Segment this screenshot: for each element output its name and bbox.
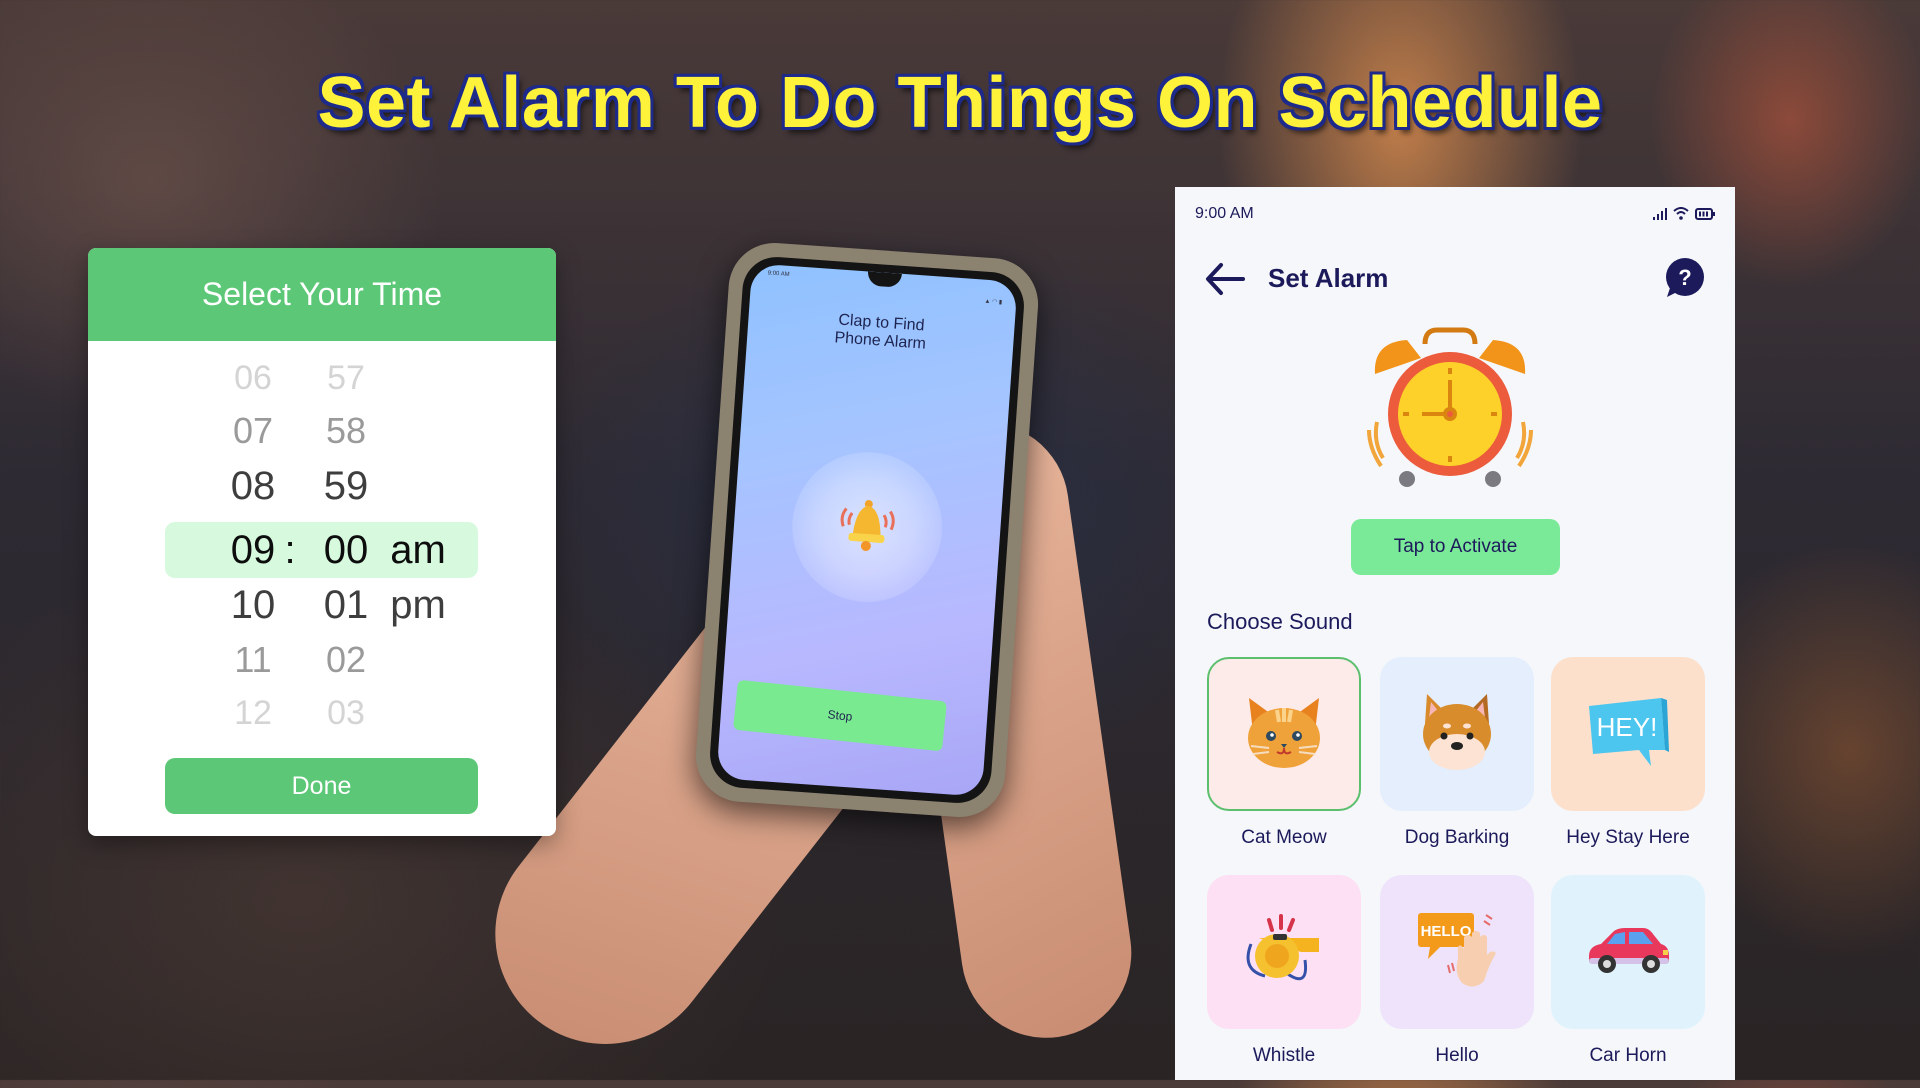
sound-option-whistle[interactable]: Whistle [1207,875,1361,1067]
phone-title: Clap to Find Phone Alarm [833,311,927,353]
wheel-row[interactable]: 07 58 [88,404,556,458]
sound-tile[interactable] [1380,657,1534,811]
hour-value: 08 [230,463,276,508]
whistle-icon [1239,910,1329,995]
sound-label: Hello [1435,1045,1479,1066]
time-picker-header: Select Your Time [88,248,556,341]
period-value: am [390,527,446,572]
page-title: Set Alarm [1268,263,1389,293]
sound-option-car-horn[interactable]: Car Horn [1551,875,1705,1067]
sound-option-cat-meow[interactable]: Cat Meow [1207,657,1361,849]
status-bar: 9:00 AM [1195,205,1715,225]
hour-value: 12 [234,693,272,732]
signal-icon [1653,207,1667,220]
cat-icon [1241,692,1327,777]
hour-value: 10 [230,582,276,627]
minute-value: 58 [325,410,367,451]
car-icon [1583,922,1673,983]
svg-text:HEY!: HEY! [1597,712,1658,742]
sound-tile[interactable] [1207,657,1361,811]
wheel-row[interactable]: 11 02 [88,633,556,687]
sound-label: Cat Meow [1241,827,1327,848]
phone-notch [867,271,902,288]
hey-speech-bubble-icon: HEY! [1583,692,1673,777]
arrow-left-icon[interactable] [1203,259,1247,299]
battery-icon [1695,207,1715,220]
handheld-phone: 9:00 AM ▲ ◠ ▮ Clap to Find Phone Alarm S… [692,239,1042,821]
sound-tile[interactable] [1551,875,1705,1029]
wheel-row-selected[interactable]: 09:00 am [88,523,556,577]
sound-option-hello[interactable]: HELLO Hello [1380,875,1534,1067]
time-picker-title: Select Your Time [201,276,443,312]
minute-value: 59 [323,463,369,508]
headline: Set Alarm To Do Things On Schedule [317,63,1603,143]
alarm-clock-icon [1367,327,1533,487]
done-button[interactable]: Done [165,758,478,814]
wheel-row[interactable]: 12 03 [88,686,556,740]
time-wheel[interactable]: 06 57 07 58 08 59 09:00 am 10 01 pm 11 02 12 03 [88,341,556,741]
dog-icon [1417,690,1497,779]
time-picker-dialog: Select Your Time 06 57 07 58 08 59 09:00 am 10 01… [88,248,556,836]
wheel-row[interactable]: 08 59 [88,459,556,513]
sound-label: Hey Stay Here [1566,827,1690,848]
wifi-icon [1673,207,1689,220]
hour-value: 11 [234,639,272,680]
wheel-row[interactable]: 10 01 pm [88,578,556,632]
sound-option-hey-stay-here[interactable]: HEY! Hey Stay Here [1551,657,1705,849]
hello-wave-icon: HELLO [1412,907,1502,998]
stop-button[interactable]: Stop [732,679,948,752]
choose-sound-title: Choose Sound [1207,609,1353,634]
minute-value: 02 [325,639,367,680]
minute-value: 57 [327,358,365,397]
tap-to-activate-button[interactable]: Tap to Activate [1351,519,1560,575]
sound-tile[interactable]: HELLO [1380,875,1534,1029]
sound-tile[interactable] [1207,875,1361,1029]
sound-label: Dog Barking [1404,827,1510,848]
hour-value: 07 [232,410,274,451]
wheel-row[interactable]: 06 57 [88,351,556,405]
minute-value: 03 [327,693,365,732]
set-alarm-screen: 9:00 AM Set Alarm ? Tap to Activate Choo… [1175,187,1735,1080]
sound-label: Whistle [1252,1045,1316,1066]
phone-status-time: 9:00 AM [767,270,790,278]
period-value: pm [390,582,446,627]
time-separator: : [284,527,296,572]
sound-tile[interactable]: HEY! [1551,657,1705,811]
app-header: Set Alarm ? [1175,255,1735,301]
ringing-bell-icon [840,500,895,551]
svg-text:?: ? [1678,265,1691,290]
help-bubble-icon[interactable]: ? [1663,257,1705,299]
phone-screen: 9:00 AM ▲ ◠ ▮ Clap to Find Phone Alarm S… [716,263,1018,797]
sound-label: Car Horn [1589,1045,1667,1066]
status-time: 9:00 AM [1195,205,1254,222]
phone-status-icons: ▲ ◠ ▮ [984,298,1003,306]
sound-option-dog-barking[interactable]: Dog Barking [1380,657,1534,849]
hour-value: 06 [234,358,272,397]
